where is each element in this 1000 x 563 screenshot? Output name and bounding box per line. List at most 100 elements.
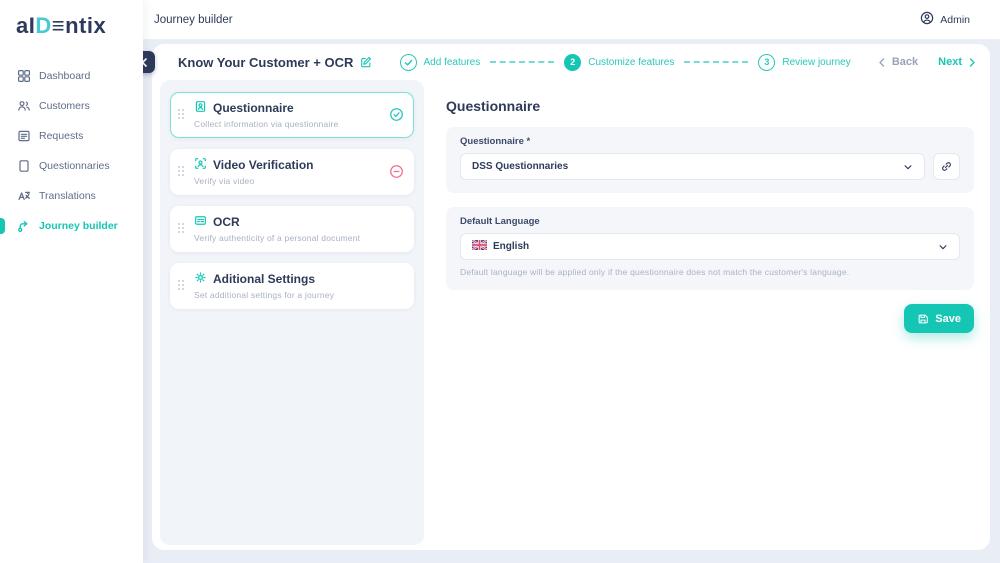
wizard-next-label: Next <box>938 56 962 68</box>
feature-subtitle: Verify authenticity of a personal docume… <box>194 233 361 243</box>
feature-card-body: Aditional Settings Set additional settin… <box>194 271 384 300</box>
journey-stepper: Add features 2 Customize features 3 Revi… <box>382 53 867 71</box>
edit-journey-icon[interactable] <box>360 56 372 68</box>
journey-title: Know Your Customer + OCR <box>178 54 354 70</box>
config-heading: Questionnaire <box>446 98 541 114</box>
feature-title: Video Verification <box>213 158 314 172</box>
sidebar-item-label: Questionnaries <box>39 160 110 172</box>
video-verification-icon <box>194 157 207 173</box>
feature-list-panel: Questionnaire Collect information via qu… <box>160 80 424 545</box>
feature-card-video-verification[interactable]: Video Verification Verify via video <box>170 149 414 195</box>
topbar: Journey builder Admin <box>143 0 1000 40</box>
step-label: Review journey <box>782 56 851 68</box>
feature-subtitle: Verify via video <box>194 176 255 186</box>
feature-card-body: Video Verification Verify via video <box>194 157 384 186</box>
sidebar-item-label: Dashboard <box>39 70 91 82</box>
active-indicator <box>0 218 5 234</box>
feature-config-panel: Questionnaire Questionnaire * DSS Questi… <box>430 80 990 550</box>
stepper-connector <box>490 61 555 63</box>
step-number: 3 <box>758 53 776 71</box>
drag-handle-icon[interactable] <box>178 108 186 121</box>
step-customize-features[interactable]: 2 Customize features <box>564 53 675 71</box>
admin-menu[interactable]: Admin <box>920 11 970 28</box>
step-number: 2 <box>564 53 582 71</box>
language-field-label: Default Language <box>460 216 540 227</box>
sidebar: aID≡ntix Dashboard Customers Requests Qu… <box>0 0 143 563</box>
language-select[interactable]: English <box>460 233 960 260</box>
save-button-label: Save <box>935 312 961 325</box>
drag-handle-icon[interactable] <box>178 279 186 292</box>
main-panel: Know Your Customer + OCR Add features 2 … <box>133 44 990 550</box>
included-check-icon <box>389 107 404 122</box>
step-label: Customize features <box>588 56 675 68</box>
link-icon <box>942 162 951 171</box>
app-root: aID≡ntix Dashboard Customers Requests Qu… <box>0 0 1000 563</box>
feature-title: Aditional Settings <box>213 272 315 286</box>
requests-icon <box>17 129 31 143</box>
dashboard-icon <box>17 69 31 83</box>
chevron-down-icon <box>939 244 947 249</box>
drag-handle-icon[interactable] <box>178 165 186 178</box>
stepper-connector <box>684 61 749 63</box>
questionnaire-field-label: Questionnaire * <box>460 136 531 147</box>
uk-flag-icon <box>471 239 488 253</box>
logo-part: ntix <box>65 13 107 38</box>
ocr-feature-icon <box>194 214 207 230</box>
step-review-journey[interactable]: 3 Review journey <box>758 53 851 71</box>
questionnaire-feature-icon <box>194 100 207 116</box>
wizard-back-button[interactable]: Back <box>878 56 918 68</box>
language-helper-text: Default language will be applied only if… <box>460 267 850 277</box>
customers-icon <box>17 99 31 113</box>
chevron-down-icon <box>904 164 912 169</box>
step-label: Add features <box>423 56 481 68</box>
sidebar-item-label: Requests <box>39 130 84 142</box>
drag-handle-icon[interactable] <box>178 222 186 235</box>
sidebar-item-label: Journey builder <box>39 220 118 232</box>
journey-builder-icon <box>17 219 31 233</box>
feature-subtitle: Set additional settings for a journey <box>194 290 335 300</box>
feature-card-body: OCR Verify authenticity of a personal do… <box>194 214 384 243</box>
feature-card-ocr[interactable]: OCR Verify authenticity of a personal do… <box>170 206 414 252</box>
feature-card-body: Questionnaire Collect information via qu… <box>194 100 384 129</box>
journey-title-row: Know Your Customer + OCR <box>178 55 372 70</box>
feature-title: Questionnaire <box>213 101 294 115</box>
questionnaire-select-value: DSS Questionnaries <box>472 161 569 172</box>
sidebar-item-dashboard[interactable]: Dashboard <box>0 61 143 91</box>
topbar-title: Journey builder <box>154 13 233 26</box>
journey-subheader: Know Your Customer + OCR Add features 2 … <box>133 44 990 80</box>
logo-part: a <box>16 13 29 38</box>
logo-part: ≡ <box>51 13 66 38</box>
user-avatar-icon <box>920 11 934 28</box>
chevron-left-icon <box>879 57 885 67</box>
questionnaire-group: Questionnaire * DSS Questionnaries <box>446 127 974 193</box>
save-row: Save <box>446 304 974 333</box>
settings-gear-icon <box>194 271 207 287</box>
sidebar-item-journey-builder[interactable]: Journey builder <box>0 211 143 241</box>
excluded-minus-icon <box>389 164 404 179</box>
logo-part-accent: D <box>35 13 52 38</box>
save-disk-icon <box>918 314 929 323</box>
questionnaires-icon <box>17 159 31 173</box>
feature-card-additional-settings[interactable]: Aditional Settings Set additional settin… <box>170 263 414 309</box>
save-button[interactable]: Save <box>904 304 974 333</box>
wizard-back-label: Back <box>891 56 919 68</box>
sidebar-nav: Dashboard Customers Requests Questionnar… <box>0 61 143 241</box>
translations-icon <box>17 189 31 203</box>
feature-title: OCR <box>213 215 240 229</box>
sidebar-item-translations[interactable]: Translations <box>0 181 143 211</box>
sidebar-item-questionnaires[interactable]: Questionnaries <box>0 151 143 181</box>
chevron-right-icon <box>969 57 975 67</box>
wizard-nav-actions: Back Next <box>878 56 976 68</box>
language-select-value: English <box>493 241 530 252</box>
sidebar-item-customers[interactable]: Customers <box>0 91 143 121</box>
step-add-features[interactable]: Add features <box>399 53 481 71</box>
sidebar-item-label: Customers <box>39 100 90 112</box>
sidebar-item-requests[interactable]: Requests <box>0 121 143 151</box>
step-done-check-icon <box>399 53 417 71</box>
link-questionnaire-button[interactable] <box>933 153 960 180</box>
wizard-next-button[interactable]: Next <box>938 56 976 68</box>
questionnaire-select[interactable]: DSS Questionnaries <box>460 153 925 180</box>
default-language-group: Default Language English Default languag… <box>446 207 974 290</box>
sidebar-item-label: Translations <box>39 190 96 202</box>
feature-card-questionnaire[interactable]: Questionnaire Collect information via qu… <box>170 92 414 138</box>
